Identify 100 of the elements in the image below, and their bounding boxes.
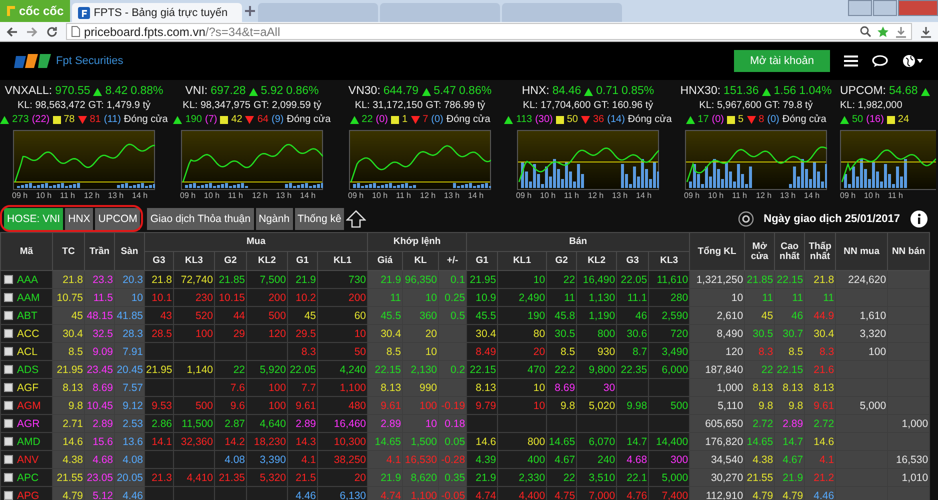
row-checkbox[interactable]	[4, 274, 13, 284]
stock-symbol: AGM	[17, 400, 41, 412]
table-cell: 7,000	[588, 490, 616, 500]
table-cell: 21.9	[782, 472, 804, 484]
index-traded-value: GT: 2,099.59 tỷ	[254, 99, 322, 112]
table-cell: 6,130	[340, 490, 366, 500]
table-cell: 9.79	[476, 400, 496, 412]
square-icon	[391, 116, 400, 124]
row-checkbox[interactable]	[4, 364, 13, 374]
download-icon[interactable]	[920, 26, 932, 38]
row-checkbox[interactable]	[4, 328, 13, 338]
back-icon[interactable]	[6, 26, 18, 38]
table-cell: 50	[354, 346, 366, 358]
row-checkbox[interactable]	[4, 454, 13, 464]
star-icon[interactable]	[877, 26, 889, 38]
table-cell: 30.7	[782, 328, 804, 340]
browser-tab[interactable]: FPTS - Bảng giá trực tuyến	[72, 3, 242, 22]
table-cell: 0.1	[450, 274, 466, 286]
row-checkbox[interactable]	[4, 418, 13, 428]
table-cell: 21.3	[152, 472, 172, 484]
table-cell: 20.05	[116, 472, 143, 484]
reload-icon[interactable]	[46, 26, 58, 38]
market-tab[interactable]: Thống kê	[294, 208, 344, 230]
table-cell: 8.3	[758, 346, 774, 358]
index-percent: 1.04%	[799, 84, 832, 99]
forward-icon[interactable]	[26, 26, 38, 38]
table-cell: 800	[598, 328, 616, 340]
index-percent: 0.85%	[622, 84, 654, 99]
menu-icon[interactable]	[844, 55, 858, 67]
table-cell: 11	[762, 292, 774, 304]
new-tab-icon[interactable]	[244, 5, 256, 17]
table-cell: 1,100	[410, 490, 438, 500]
row-checkbox[interactable]	[4, 436, 13, 446]
table-cell: 45.8	[554, 310, 576, 322]
row-checkbox[interactable]	[4, 490, 13, 500]
table-cell: 7,500	[260, 274, 286, 286]
time-label: 11 h	[564, 190, 580, 201]
index-name: HNX:	[522, 84, 550, 99]
table-cell: 48.15	[86, 310, 113, 322]
table-cell: 22.15	[374, 364, 402, 376]
market-tab[interactable]: Giao dịch Thỏa thuận	[147, 208, 254, 230]
table-cell: 8.69	[92, 382, 113, 394]
column-header: G2	[546, 252, 577, 270]
info-icon[interactable]	[910, 210, 928, 228]
table-cell: 11	[390, 292, 402, 304]
table-cell: 230	[195, 292, 213, 304]
table-cell: 23.05	[86, 472, 113, 484]
column-header: Cao nhất	[774, 232, 805, 270]
row-checkbox[interactable]	[4, 310, 13, 320]
settings-icon[interactable]	[738, 210, 754, 226]
table-cell: 8.5	[560, 346, 576, 358]
table-cell: 22.35	[620, 364, 648, 376]
market-tab[interactable]: Ngành	[256, 208, 293, 230]
download-icon[interactable]	[895, 26, 907, 38]
zoom-icon[interactable]	[860, 26, 871, 37]
table-cell: 480	[348, 400, 366, 412]
time-label: 11 h	[60, 190, 76, 201]
index-volume: KL: 98,563,472	[17, 99, 86, 112]
table-cell: 23.3	[92, 274, 113, 286]
time-label: 09 h	[516, 190, 533, 201]
time-label: 10 h	[708, 190, 725, 201]
address-field[interactable]: priceboard.fpts.com.vn/?s=34&t=aAll	[66, 23, 912, 40]
stock-symbol: ANV	[17, 454, 39, 466]
table-cell: 10.75	[56, 292, 83, 304]
table-cell: 500	[195, 400, 213, 412]
column-header: +/-	[438, 252, 467, 270]
time-label: 10 h	[864, 190, 881, 201]
declines-count: 64	[257, 113, 268, 127]
table-cell: 2,490	[518, 292, 546, 304]
time-label: 10 h	[372, 190, 389, 201]
table-cell: -0.28	[441, 454, 466, 466]
row-checkbox[interactable]	[4, 382, 13, 392]
chat-icon[interactable]	[872, 54, 888, 68]
up-arrow-icon[interactable]	[346, 210, 366, 228]
table-cell: 9.53	[152, 400, 172, 412]
table-cell: 5.12	[92, 490, 113, 500]
table-cell: 21.8	[814, 274, 834, 286]
table-cell: 9.61	[814, 400, 834, 412]
table-cell: 32.5	[92, 328, 113, 340]
row-checkbox[interactable]	[4, 400, 13, 410]
column-header: NN mua	[836, 232, 888, 270]
table-cell: 29.5	[296, 328, 316, 340]
table-cell: 8.13	[752, 382, 774, 394]
row-checkbox[interactable]	[4, 472, 13, 482]
market-tab[interactable]: UPCOM	[95, 208, 140, 230]
row-checkbox[interactable]	[4, 292, 13, 302]
index-percent: 0.86%	[458, 84, 492, 99]
row-checkbox[interactable]	[4, 346, 13, 356]
table-cell: 0.5	[450, 310, 466, 322]
index-percent: 0.86%	[286, 84, 319, 99]
market-tab[interactable]: HNX	[65, 208, 94, 230]
table-cell: 14.6	[814, 436, 834, 448]
index-traded-value: GT: 160.96 tỷ	[594, 99, 654, 112]
globe-icon[interactable]	[902, 54, 924, 68]
down-triangle-icon	[410, 116, 420, 124]
table-cell: 2.89	[296, 418, 316, 430]
table-cell: 500	[670, 400, 688, 412]
time-label: 09 h	[348, 190, 365, 201]
table-cell: 21.5	[296, 472, 316, 484]
table-cell: 45	[304, 310, 316, 322]
